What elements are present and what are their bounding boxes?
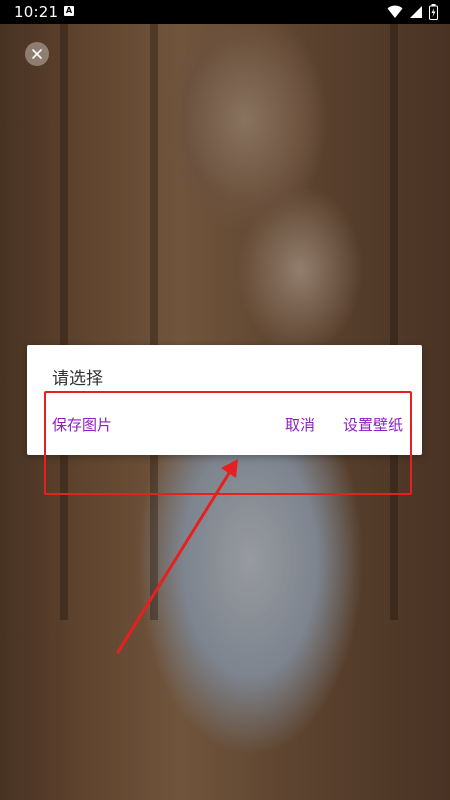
- wifi-icon: [387, 5, 403, 23]
- status-icons: [387, 4, 438, 24]
- close-icon[interactable]: [25, 42, 49, 66]
- annotation-highlight-box: [44, 391, 412, 495]
- notification-a-icon: A: [64, 6, 74, 16]
- dialog-title: 请选择: [52, 369, 103, 389]
- status-time: 10:21: [14, 3, 59, 21]
- status-bar: 10:21 A: [0, 0, 450, 24]
- app-screen: 10:21 A 请选择 保存图片 取消 设置壁纸: [0, 0, 450, 800]
- signal-icon: [409, 5, 423, 23]
- battery-charging-icon: [429, 4, 438, 24]
